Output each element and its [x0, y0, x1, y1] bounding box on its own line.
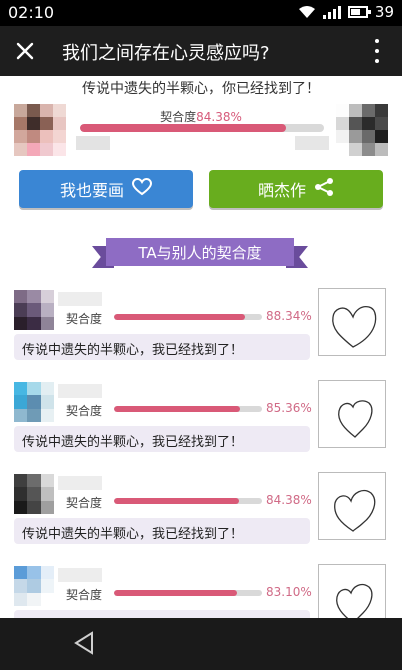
battery-icon: [347, 6, 371, 18]
status-bar: 02:10 39: [0, 0, 402, 26]
match-progress-bar: [114, 590, 262, 596]
share-button[interactable]: 晒杰作: [209, 170, 383, 208]
navigation-bar: [0, 618, 402, 670]
match-progress-fill: [114, 406, 241, 412]
match-progress-fill: [114, 498, 239, 504]
drawing-thumbnail[interactable]: [318, 380, 386, 448]
match-progress-bar: [114, 498, 262, 504]
name-blur: [58, 384, 102, 398]
name-blur: [58, 476, 102, 490]
match-label: 契合度: [66, 588, 103, 602]
list-item[interactable]: 契合度 84.38% 传说中遗失的半颗心，我已经找到了！: [0, 472, 402, 562]
match-progress-bar: [114, 314, 262, 320]
name-blur: [58, 568, 102, 582]
title-bar: 我们之间存在心灵感应吗?: [0, 26, 402, 76]
match-label: 契合度: [66, 404, 103, 418]
list-item[interactable]: 契合度 85.36% 传说中遗失的半颗心，我已经找到了！: [0, 380, 402, 470]
signal-icon: [322, 5, 341, 19]
name-blur: [58, 292, 102, 306]
draw-button[interactable]: 我也要画: [19, 170, 193, 208]
wifi-icon: [298, 5, 316, 19]
match-percent: 88.34%: [266, 309, 312, 323]
name-blur-left: [76, 136, 110, 150]
match-percent: 84.38%: [196, 110, 242, 124]
match-progress-bar: [80, 124, 324, 132]
match-progress-fill: [80, 124, 286, 132]
section-ribbon: TA与别人的契合度: [92, 236, 308, 270]
battery-level: 39: [374, 3, 394, 21]
status-icons: 39: [298, 3, 394, 21]
draw-button-label: 我也要画: [59, 181, 124, 200]
close-icon[interactable]: [12, 38, 38, 64]
match-progress-bar: [114, 406, 262, 412]
name-blur-right: [295, 136, 329, 150]
match-percent: 85.36%: [266, 401, 312, 415]
message: 传说中遗失的半颗心，我已经找到了！: [14, 426, 310, 452]
match-progress-fill: [114, 590, 237, 596]
list-item[interactable]: 契合度 88.34% 传说中遗失的半颗心，我已经找到了！: [0, 288, 402, 378]
headline: 传说中遗失的半颗心，你已经找到了！: [82, 81, 320, 97]
heart-icon: [131, 177, 153, 200]
match-progress-fill: [114, 314, 245, 320]
match-percent: 83.10%: [266, 585, 312, 599]
match-label: 契合度: [66, 312, 103, 326]
message: 传说中遗失的半颗心，我已经找到了！: [14, 334, 310, 360]
section-title: TA与别人的契合度: [106, 238, 294, 266]
match-label: 契合度: [66, 496, 103, 510]
drawing-thumbnail[interactable]: [318, 472, 386, 540]
drawing-thumbnail[interactable]: [318, 288, 386, 356]
match-percent: 84.38%: [266, 493, 312, 507]
avatar: [14, 290, 54, 330]
avatar: [14, 566, 54, 606]
share-button-label: 晒杰作: [257, 181, 306, 200]
avatar-right: [336, 104, 388, 156]
more-vertical-icon[interactable]: [374, 39, 380, 63]
share-icon: [314, 178, 334, 200]
back-triangle-icon[interactable]: [72, 630, 96, 656]
avatar: [14, 382, 54, 422]
avatar: [14, 474, 54, 514]
message: 传说中遗失的半颗心，我已经找到了！: [14, 518, 310, 544]
status-time: 02:10: [8, 3, 55, 22]
page-title: 我们之间存在心灵感应吗?: [62, 43, 270, 64]
